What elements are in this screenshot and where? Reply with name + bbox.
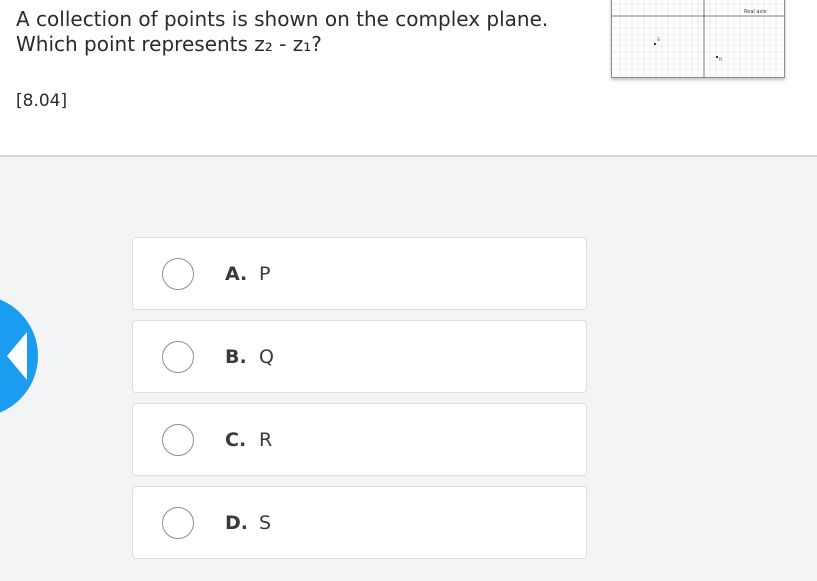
radio-circle-icon[interactable] (162, 258, 194, 290)
radio-circle-icon[interactable] (162, 424, 194, 456)
answer-option-d[interactable]: D. S (132, 486, 587, 559)
point-s-dot (653, 42, 657, 46)
back-button[interactable] (0, 295, 38, 417)
question-panel: A collection of points is shown on the c… (0, 0, 817, 157)
answer-text: R (259, 429, 273, 451)
answer-letter: D. (225, 512, 248, 534)
point-r-dot (715, 55, 719, 59)
answer-option-a[interactable]: A. P (132, 237, 587, 310)
answer-letter: B. (225, 346, 247, 368)
answer-letter: C. (225, 429, 247, 451)
question-text: A collection of points is shown on the c… (16, 7, 548, 57)
point-r-label: R (719, 57, 722, 63)
back-arrow-icon (7, 332, 27, 380)
question-line-2: Which point represents z₂ - z₁? (16, 32, 322, 56)
answer-option-b[interactable]: B. Q (132, 320, 587, 393)
complex-plane-graph: Real axis S R (612, 0, 784, 77)
answer-text: S (259, 512, 272, 534)
answer-text: P (259, 263, 271, 285)
radio-circle-icon[interactable] (162, 341, 194, 373)
answer-option-c[interactable]: C. R (132, 403, 587, 476)
question-code: [8.04] (16, 91, 68, 111)
answer-letter: A. (225, 263, 248, 285)
point-s-label: S (657, 37, 660, 43)
answer-choices: A. P B. Q C. R D. S (132, 237, 587, 569)
real-axis-label: Real axis (744, 9, 767, 15)
complex-plane-thumbnail[interactable]: Real axis S R (611, 0, 785, 78)
answer-text: Q (259, 346, 274, 368)
question-line-1: A collection of points is shown on the c… (16, 7, 549, 31)
radio-circle-icon[interactable] (162, 507, 194, 539)
